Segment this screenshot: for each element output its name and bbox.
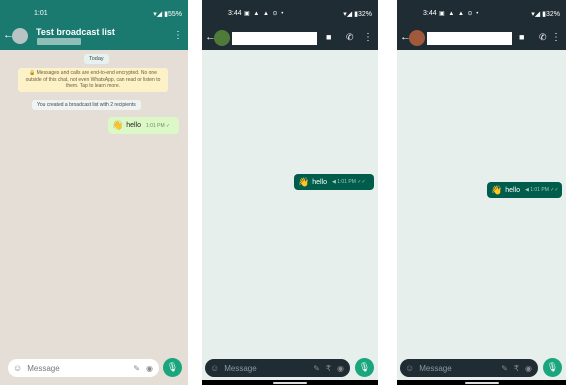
- emoji-icon[interactable]: ☺: [210, 363, 219, 373]
- waving-hand-icon: 👋: [491, 184, 503, 195]
- incoming-broadcast-message[interactable]: 👋 hello ◀ 1:01 PM ✓✓: [294, 174, 374, 190]
- message-text: hello: [312, 178, 328, 186]
- more-options-icon[interactable]: ⋮: [173, 30, 183, 41]
- mic-button[interactable]: 🎙: [355, 358, 374, 377]
- message-composer[interactable]: ☺ Message ✎ ₹ ◉: [400, 359, 538, 377]
- broadcast-created-notice: You created a broadcast list with 2 reci…: [32, 100, 141, 110]
- nav-bar: [202, 380, 378, 385]
- chat-header: ← ■ ✆ ⋮: [202, 26, 378, 50]
- notification-icons: ▣ ▲ ▲ ⊙ •: [244, 11, 285, 17]
- status-indicators: ▾◢ ▮32%: [343, 11, 372, 18]
- emoji-icon[interactable]: ☺: [13, 363, 22, 373]
- camera-icon[interactable]: ◉: [525, 364, 532, 373]
- status-bar: 3:44 ▣ ▲ ▲ ⊙ • ▾◢ ▮32%: [202, 0, 378, 28]
- message-input[interactable]: Message: [419, 364, 501, 373]
- chat-title[interactable]: Test broadcast list: [36, 27, 115, 37]
- chat-header: ← Test broadcast list ⋮: [0, 24, 188, 50]
- encryption-notice[interactable]: 🔒 Messages and calls are end-to-end encr…: [18, 68, 168, 92]
- message-input[interactable]: Message: [27, 364, 133, 373]
- video-call-icon[interactable]: ■: [326, 32, 331, 43]
- video-call-icon[interactable]: ■: [519, 32, 524, 43]
- message-composer[interactable]: ☺ Message ✎ ₹ ◉: [205, 359, 350, 377]
- camera-icon[interactable]: ◉: [146, 364, 153, 373]
- chat-header: ← ■ ✆ ⋮: [397, 26, 566, 50]
- status-time: 3:44: [423, 10, 437, 17]
- status-time: 1:01: [34, 10, 48, 17]
- contact-name-redacted[interactable]: [427, 32, 512, 45]
- outgoing-message[interactable]: 👋 hello 1:01 PM ✓: [108, 117, 179, 134]
- mic-button[interactable]: 🎙: [163, 358, 182, 377]
- status-indicators: ▾◢ ▮32%: [531, 11, 560, 18]
- contact-name-redacted[interactable]: [232, 32, 317, 45]
- message-time: 1:01 PM ✓: [146, 122, 171, 129]
- emoji-icon[interactable]: ☺: [405, 363, 414, 373]
- message-text: hello: [505, 186, 521, 194]
- contact-avatar[interactable]: [409, 30, 425, 46]
- message-input[interactable]: Message: [224, 364, 313, 373]
- home-gesture-pill[interactable]: [465, 382, 499, 384]
- status-bar: 3:44 ▣ ▲ ▲ ⊙ • ▾◢ ▮32%: [397, 0, 566, 28]
- mic-button[interactable]: 🎙: [543, 358, 562, 377]
- recipients-redacted: [37, 38, 81, 45]
- voice-call-icon[interactable]: ✆: [539, 32, 547, 43]
- broadcast-avatar[interactable]: [12, 28, 28, 44]
- phone-screen-broadcast: 1:01 ▾◢ ▮55% ← Test broadcast list ⋮ Tod…: [0, 0, 188, 385]
- camera-icon[interactable]: ◉: [337, 364, 344, 373]
- waving-hand-icon: 👋: [298, 176, 310, 187]
- message-composer[interactable]: ☺ Message ✎ ◉: [8, 359, 159, 377]
- home-gesture-pill[interactable]: [273, 382, 307, 384]
- waving-hand-icon: 👋: [112, 120, 124, 130]
- date-divider: Today: [84, 54, 109, 64]
- status-time: 3:44: [228, 10, 242, 17]
- nav-bar: [397, 380, 566, 385]
- attach-icon[interactable]: ✎: [133, 364, 140, 373]
- message-text: hello: [126, 122, 142, 129]
- attach-icon[interactable]: ✎: [313, 364, 320, 373]
- message-time: ◀ 1:01 PM ✓✓: [525, 187, 559, 193]
- voice-call-icon[interactable]: ✆: [346, 32, 354, 43]
- message-time: ◀ 1:01 PM ✓✓: [332, 179, 366, 185]
- incoming-broadcast-message[interactable]: 👋 hello ◀ 1:01 PM ✓✓: [487, 182, 562, 198]
- contact-avatar[interactable]: [214, 30, 230, 46]
- more-options-icon[interactable]: ⋮: [551, 32, 561, 43]
- notification-icons: ▣ ▲ ▲ ⊙ •: [439, 11, 480, 17]
- payment-icon[interactable]: ₹: [326, 364, 331, 373]
- payment-icon[interactable]: ₹: [514, 364, 519, 373]
- phone-screen-recipient-1: 3:44 ▣ ▲ ▲ ⊙ • ▾◢ ▮32% ← ■ ✆ ⋮: [202, 0, 378, 385]
- status-indicators: ▾◢ ▮55%: [153, 11, 182, 18]
- attach-icon[interactable]: ✎: [501, 364, 508, 373]
- more-options-icon[interactable]: ⋮: [363, 32, 373, 43]
